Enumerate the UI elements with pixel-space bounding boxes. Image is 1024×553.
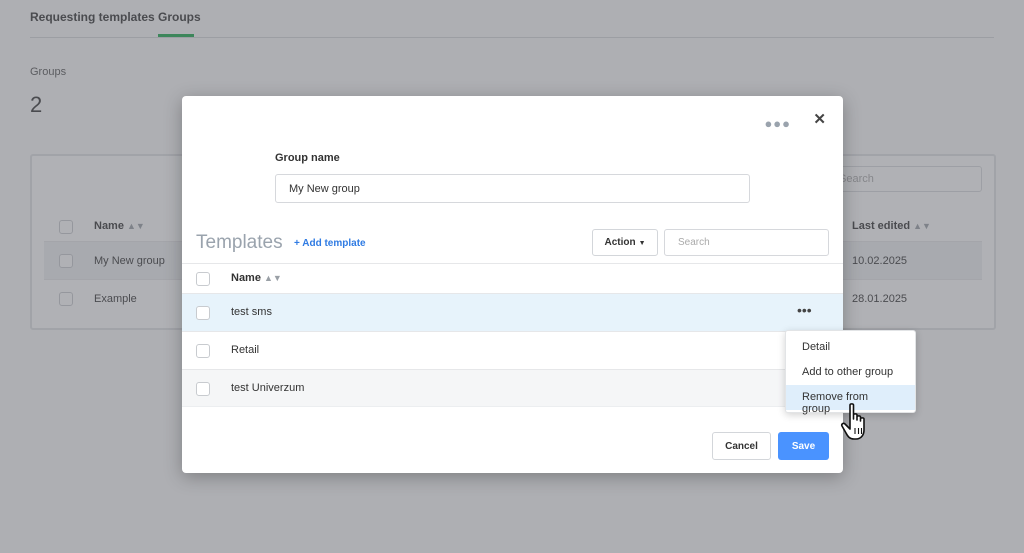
templates-search-input[interactable] — [664, 229, 829, 256]
row-more-icon[interactable]: ••• — [797, 302, 812, 318]
edit-group-modal: ●●● ✕ Group name Templates + Add templat… — [182, 96, 843, 473]
caret-down-icon: ▼ — [638, 240, 646, 247]
templates-table-header: Name ▲▼ — [182, 263, 843, 293]
row-checkbox[interactable] — [196, 344, 210, 358]
save-button[interactable]: Save — [778, 432, 829, 460]
row-checkbox[interactable] — [196, 382, 210, 396]
row-actions-menu: Detail Add to other group Remove from gr… — [785, 330, 916, 415]
close-icon[interactable]: ✕ — [813, 110, 826, 128]
row-checkbox[interactable] — [196, 306, 210, 320]
menu-item-add-to-other-group[interactable]: Add to other group — [786, 360, 915, 385]
group-name-input[interactable] — [275, 174, 750, 203]
sort-icon[interactable]: ▲▼ — [264, 273, 282, 283]
action-dropdown-button[interactable]: Action ▼ — [592, 229, 658, 256]
table-row[interactable]: Retail — [182, 331, 843, 369]
templates-title: Templates — [196, 232, 283, 253]
select-all-checkbox[interactable] — [196, 272, 210, 286]
template-name-cell: test sms — [231, 306, 272, 318]
hand-pointer-icon — [840, 403, 865, 440]
template-name-cell: test Univerzum — [231, 382, 305, 394]
more-horizontal-icon[interactable]: ●●● — [764, 116, 791, 131]
table-row[interactable]: test Univerzum — [182, 369, 843, 407]
group-name-label: Group name — [275, 152, 340, 164]
template-name-cell: Retail — [231, 344, 260, 356]
column-header-name[interactable]: Name▲▼ — [231, 272, 282, 284]
action-label: Action — [604, 237, 636, 248]
cancel-button[interactable]: Cancel — [712, 432, 771, 460]
menu-item-detail[interactable]: Detail — [786, 335, 915, 360]
table-row[interactable]: test sms ••• — [182, 293, 843, 331]
add-template-link[interactable]: + Add template — [294, 238, 366, 249]
